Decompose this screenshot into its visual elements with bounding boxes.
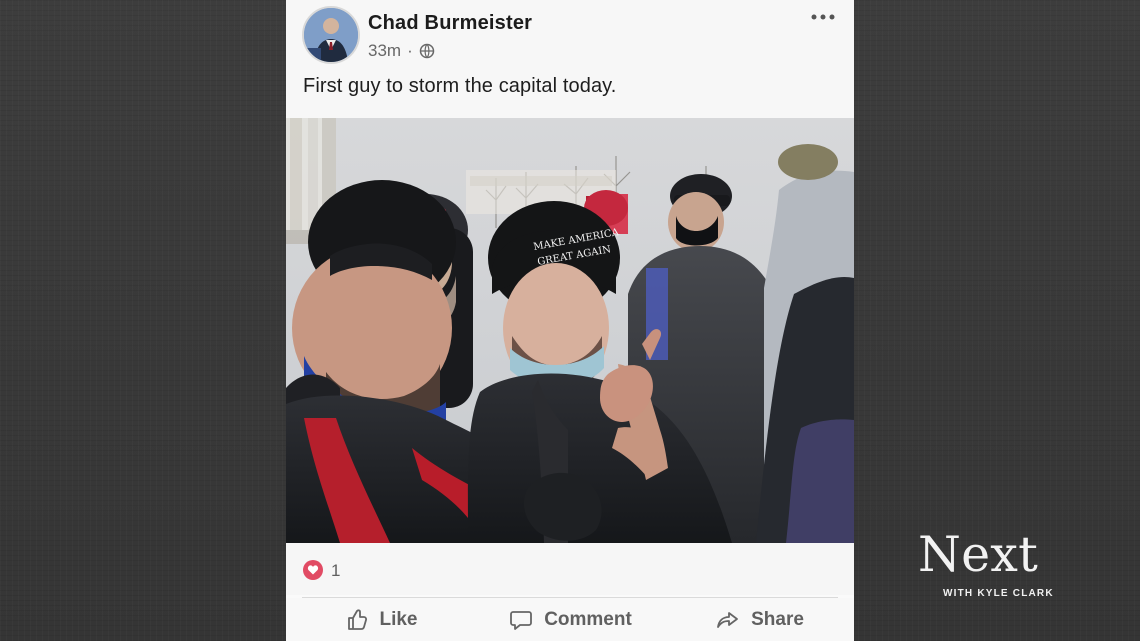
post-header: Chad Burmeister 33m · First guy to storm… (286, 0, 854, 118)
like-button[interactable]: Like (286, 598, 475, 641)
post-meta: 33m · (368, 41, 435, 61)
reaction-summary[interactable]: 1 (286, 543, 854, 595)
post-time[interactable]: 33m (368, 41, 401, 61)
facebook-post: Chad Burmeister 33m · First guy to storm… (286, 0, 854, 641)
watermark-subtitle: WITH KYLE CLARK (943, 588, 1054, 599)
globe-icon (419, 43, 434, 59)
more-options-button[interactable] (806, 6, 840, 28)
channel-watermark: Next WITH KYLE CLARK (918, 530, 1078, 605)
post-photo[interactable]: MAKE AMERICA GREAT AGAIN (286, 118, 854, 543)
meta-separator: · (407, 41, 413, 60)
share-label: Share (751, 608, 804, 630)
watermark-main: Next (918, 526, 1038, 583)
thumbs-up-icon (348, 608, 368, 630)
heart-icon (303, 560, 323, 580)
post-text: First guy to storm the capital today. (303, 75, 617, 97)
share-icon (717, 611, 738, 628)
more-horizontal-icon (811, 14, 835, 20)
reaction-count[interactable]: 1 (331, 561, 340, 581)
like-label: Like (379, 608, 418, 630)
comment-label: Comment (544, 608, 632, 630)
share-button[interactable]: Share (665, 598, 854, 641)
comment-button[interactable]: Comment (476, 598, 665, 641)
comment-icon (510, 610, 533, 630)
author-avatar[interactable] (302, 6, 360, 64)
post-action-bar: Like Comment Share (286, 598, 854, 641)
author-name[interactable]: Chad Burmeister (368, 12, 532, 35)
